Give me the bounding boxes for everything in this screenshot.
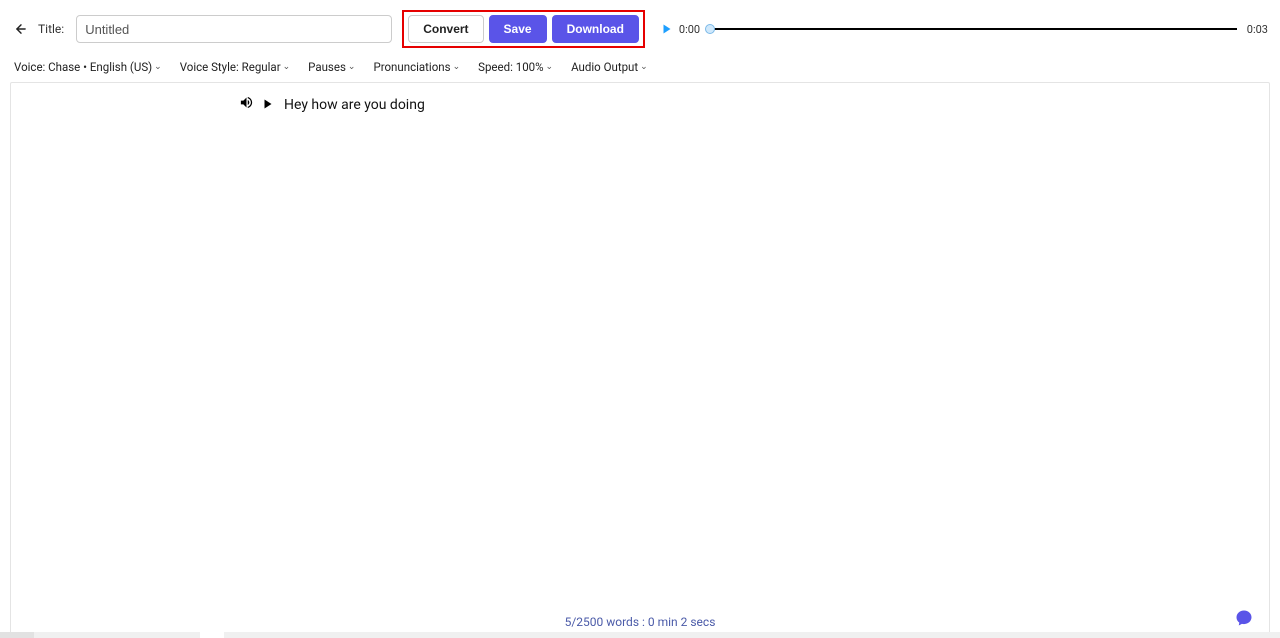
save-button[interactable]: Save (489, 15, 547, 43)
total-time: 0:03 (1247, 23, 1268, 36)
convert-button[interactable]: Convert (408, 15, 483, 43)
current-time: 0:00 (679, 23, 700, 36)
voice-style-label: Voice Style: Regular (180, 60, 281, 74)
voice-label: Voice: Chase • English (US) (14, 60, 152, 74)
download-button[interactable]: Download (552, 15, 639, 43)
chevron-down-icon: ⌄ (453, 62, 461, 72)
chevron-down-icon: ⌄ (154, 62, 162, 72)
chevron-down-icon: ⌄ (283, 62, 291, 72)
chevron-down-icon: ⌄ (348, 62, 356, 72)
word-count-status: 5/2500 words : 0 min 2 secs (11, 615, 1269, 629)
bottom-bar (0, 632, 1280, 638)
back-arrow-icon[interactable] (12, 20, 30, 38)
voice-style-dropdown[interactable]: Voice Style: Regular ⌄ (180, 60, 290, 74)
speed-label: Speed: 100% (478, 60, 543, 74)
pronunciations-label: Pronunciations (373, 60, 450, 74)
audio-player: 0:00 0:03 (661, 23, 1268, 36)
speed-dropdown[interactable]: Speed: 100% ⌄ (478, 60, 553, 74)
progress-slider[interactable] (710, 28, 1237, 30)
chevron-down-icon: ⌄ (640, 62, 648, 72)
help-icon[interactable] (1235, 609, 1253, 627)
chevron-down-icon: ⌄ (546, 62, 554, 72)
pauses-dropdown[interactable]: Pauses ⌄ (308, 60, 355, 74)
editor-line: Hey how are you doing (11, 83, 1269, 114)
play-line-icon[interactable] (262, 95, 274, 114)
pauses-label: Pauses (308, 60, 346, 74)
title-input[interactable] (76, 15, 392, 43)
audio-output-label: Audio Output (571, 60, 638, 74)
line-text[interactable]: Hey how are you doing (284, 97, 425, 113)
action-buttons-group: Convert Save Download (402, 10, 645, 48)
voice-dropdown[interactable]: Voice: Chase • English (US) ⌄ (14, 60, 162, 74)
play-icon[interactable] (661, 23, 673, 35)
progress-thumb[interactable] (705, 24, 715, 34)
title-label: Title: (38, 22, 64, 36)
pronunciations-dropdown[interactable]: Pronunciations ⌄ (373, 60, 460, 74)
volume-icon[interactable] (239, 95, 254, 114)
audio-output-dropdown[interactable]: Audio Output ⌄ (571, 60, 648, 74)
editor-area[interactable]: Hey how are you doing 5/2500 words : 0 m… (10, 82, 1270, 638)
